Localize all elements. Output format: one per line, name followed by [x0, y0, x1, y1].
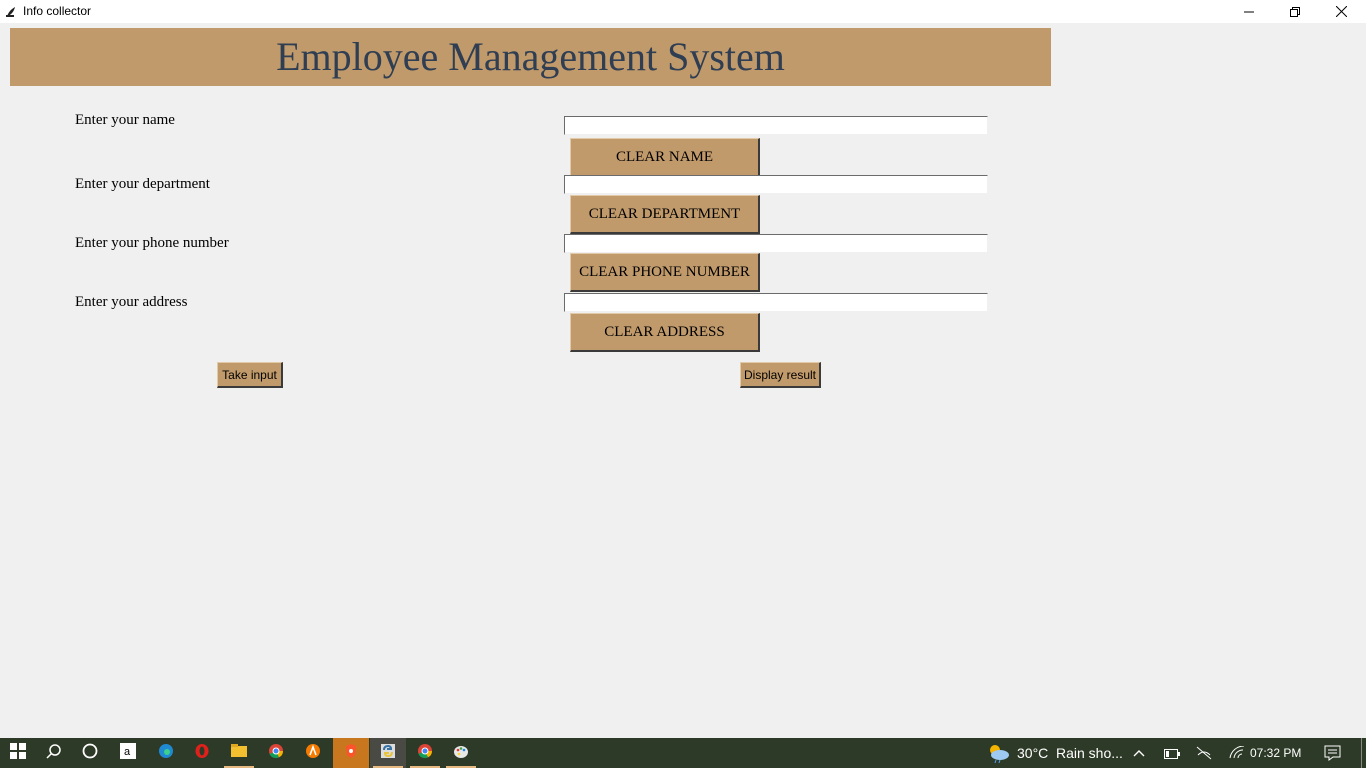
- address-label: Enter your address: [75, 294, 188, 310]
- paint-app[interactable]: [443, 738, 479, 768]
- department-input[interactable]: [564, 175, 988, 194]
- restore-icon: [1290, 6, 1300, 17]
- name-input[interactable]: [564, 116, 988, 135]
- clock[interactable]: 07:32 PM: [1250, 738, 1301, 768]
- page-title: Employee Management System: [276, 33, 785, 79]
- start-button[interactable]: [0, 738, 36, 768]
- avast-app[interactable]: [295, 738, 331, 768]
- address-input[interactable]: [564, 293, 988, 312]
- windows-start-icon: [10, 742, 26, 764]
- clear-phone-button[interactable]: CLEAR PHONE NUMBER: [570, 253, 760, 292]
- close-button[interactable]: [1318, 0, 1364, 23]
- amazon-icon: a: [120, 742, 136, 764]
- chrome-icon: [268, 743, 284, 764]
- phone-label: Enter your phone number: [75, 235, 229, 251]
- search-icon: [46, 743, 62, 764]
- chrome-icon: [417, 743, 433, 764]
- battery-icon[interactable]: [1164, 747, 1180, 765]
- chevron-up-icon[interactable]: [1133, 747, 1145, 765]
- weather-temp[interactable]: 30°C: [1017, 738, 1048, 768]
- header-banner: Employee Management System: [10, 28, 1051, 86]
- cortana-icon: [82, 743, 98, 764]
- show-desktop-button[interactable]: [1361, 738, 1362, 768]
- search-button[interactable]: [36, 738, 72, 768]
- brave-icon: [343, 743, 359, 764]
- window-title: Info collector: [23, 4, 92, 18]
- weather-desc[interactable]: Rain sho...: [1056, 738, 1123, 768]
- wifi-icon[interactable]: [1229, 745, 1245, 765]
- taskbar: a 30°C Rain sho... 07:32 PM: [0, 738, 1366, 768]
- phone-input[interactable]: [564, 234, 988, 253]
- minimize-icon: [1244, 7, 1254, 17]
- avast-icon: [305, 743, 321, 764]
- file-explorer-app[interactable]: [221, 738, 257, 768]
- svg-text:a: a: [124, 746, 131, 758]
- python-icon: [380, 743, 396, 764]
- brave-app[interactable]: [333, 738, 369, 768]
- edge-app[interactable]: [148, 738, 184, 768]
- clear-department-button[interactable]: CLEAR DEPARTMENT: [570, 195, 760, 234]
- file-explorer-icon: [231, 743, 247, 764]
- paint-icon: [453, 743, 469, 764]
- weather-icon[interactable]: [986, 743, 1010, 768]
- notification-icon[interactable]: [1324, 745, 1341, 766]
- restore-button[interactable]: [1272, 0, 1318, 23]
- close-icon: [1335, 6, 1347, 17]
- amazon-app[interactable]: a: [110, 738, 146, 768]
- opera-app[interactable]: [184, 738, 220, 768]
- chrome-app-2[interactable]: [407, 738, 443, 768]
- name-label: Enter your name: [75, 112, 175, 128]
- feather-icon: [5, 5, 17, 17]
- clear-name-button[interactable]: CLEAR NAME: [570, 138, 760, 177]
- minimize-button[interactable]: [1226, 0, 1272, 23]
- python-app[interactable]: [370, 738, 406, 768]
- chrome-app[interactable]: [258, 738, 294, 768]
- take-input-button[interactable]: Take input: [217, 362, 283, 388]
- display-result-button[interactable]: Display result: [740, 362, 821, 388]
- cortana-button[interactable]: [72, 738, 108, 768]
- title-bar: Info collector: [0, 0, 1366, 23]
- opera-icon: [194, 743, 210, 764]
- clear-address-button[interactable]: CLEAR ADDRESS: [570, 313, 760, 352]
- network-off-icon[interactable]: [1196, 746, 1212, 765]
- edge-icon: [158, 743, 174, 764]
- department-label: Enter your department: [75, 176, 210, 192]
